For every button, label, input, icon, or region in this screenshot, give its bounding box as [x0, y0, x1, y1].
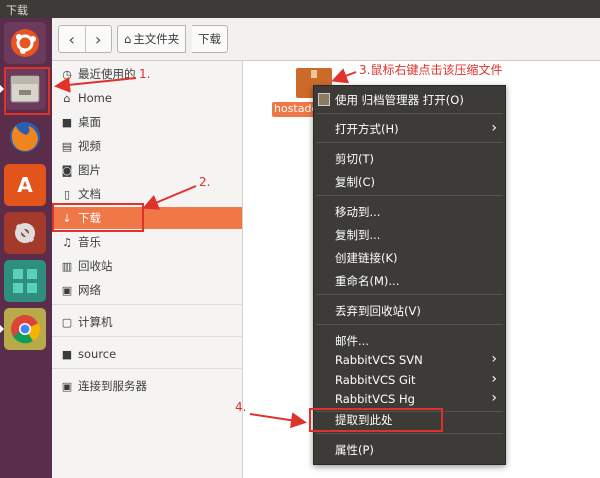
annotation-arrows	[54, 68, 357, 429]
annotation-arrow-1	[54, 76, 137, 93]
annotation-arrow-3	[331, 68, 357, 84]
annotation-step-3: 3.鼠标右键点击该压缩文件	[359, 63, 503, 77]
annotation-arrow-2	[142, 185, 197, 210]
annotation-step-4: 4.	[235, 400, 247, 414]
annotation-step-1: 1.	[139, 67, 151, 81]
annotation-step-2: 2.	[199, 175, 211, 189]
annotation-arrow-4	[249, 412, 307, 429]
